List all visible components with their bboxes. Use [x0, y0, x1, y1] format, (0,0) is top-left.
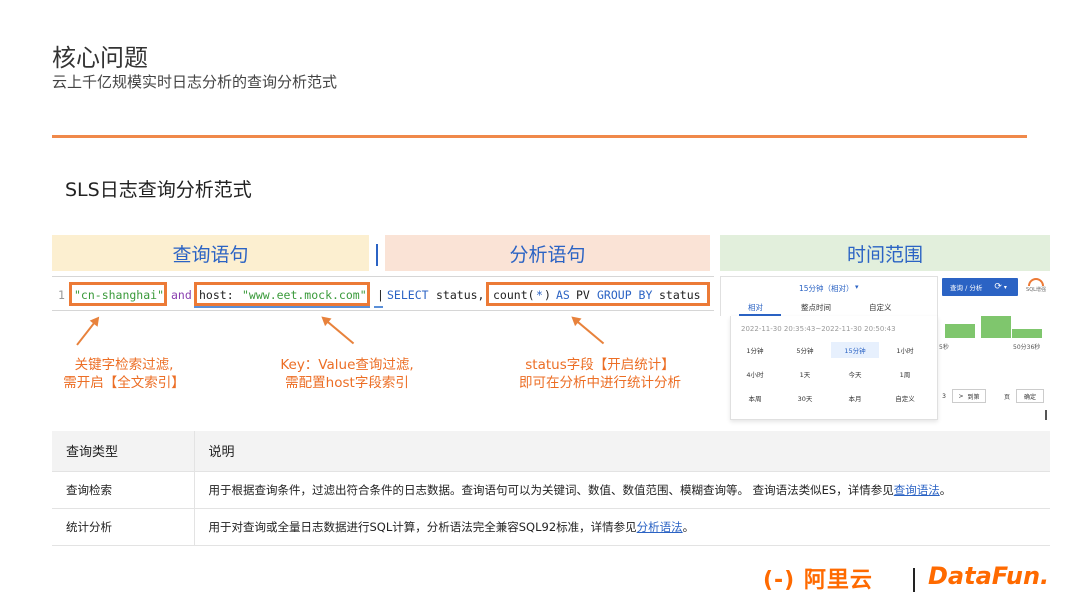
tab-whole-time[interactable]: 整点时间	[801, 302, 831, 313]
table-row: 查询检索 用于根据查询条件，过滤出符合条件的日志数据。查询语句可以为关键词、数值…	[52, 471, 1050, 509]
keyword-arrow	[76, 317, 99, 346]
table-header-type: 查询类型	[52, 431, 195, 472]
code-and: and	[171, 288, 192, 302]
time-option-15m[interactable]: 15分钟	[831, 342, 879, 358]
query-analyze-label: 查询 / 分析	[950, 284, 983, 292]
time-option-5m[interactable]: 5分钟	[781, 342, 829, 358]
chart-bar	[945, 324, 975, 338]
desc-suffix: 。	[682, 519, 695, 534]
band-divider	[376, 244, 378, 266]
chevron-down-icon: ▾	[855, 283, 859, 291]
code-keyword: "cn-shanghai"	[74, 288, 165, 302]
code-as: AS	[556, 288, 570, 302]
time-option-1m[interactable]: 1分钟	[731, 342, 779, 358]
gauge-icon	[1028, 278, 1044, 286]
desc-suffix: 。	[939, 482, 952, 497]
logo-separator	[913, 568, 915, 592]
table-header-desc: 说明	[194, 431, 1050, 472]
stat-annotation-line2: 即可在分析中进行统计分析	[519, 375, 681, 391]
header-divider	[52, 135, 1027, 138]
kv-annotation-line2: 需配置host字段索引	[285, 375, 409, 391]
query-type-table: 查询类型 说明 查询检索 用于根据查询条件，过滤出符合条件的日志数据。查询语句可…	[52, 431, 1050, 546]
table-row: 统计分析 用于对查询或全量日志数据进行SQL计算，分析语法完全兼容SQL92标准…	[52, 508, 1050, 546]
chart-axis-label-left: 5秒	[939, 344, 949, 351]
code-pv: PV	[576, 288, 590, 302]
table-cell-desc: 用于对查询或全量日志数据进行SQL计算，分析语法完全兼容SQL92标准，详情参见…	[194, 508, 1050, 546]
code-group-by: GROUP BY	[597, 288, 653, 302]
pipe-underline	[374, 306, 383, 308]
band-time-range: 时间范围	[720, 235, 1050, 271]
table-cell-desc: 用于根据查询条件，过滤出符合条件的日志数据。查询语句可以为关键词、数值、数值范围…	[194, 471, 1050, 509]
date-range-text: 2022-11-30 20:35:43~2022-11-30 20:50:43	[741, 325, 896, 333]
time-option-this-month[interactable]: 本月	[831, 390, 879, 406]
time-picker: 5秒 50分36秒 15分钟（相对） ▾ 相对 整点时间 自定义 查询 / 分析…	[720, 276, 1050, 422]
keyword-annotation-line2: 需开启【全文索引】	[63, 375, 185, 391]
time-option-30d[interactable]: 30天	[781, 390, 829, 406]
pager-next-button[interactable]: > 到第	[952, 389, 986, 403]
table-cell-type: 查询检索	[52, 471, 195, 509]
keyword-annotation-line1: 关键字检索过滤,	[74, 357, 174, 373]
stat-annotation: status字段【开启统计】 即可在分析中进行统计分析	[502, 356, 698, 392]
code-status: status,	[436, 288, 485, 302]
code-close-paren: )	[544, 288, 551, 302]
code-status-group: status	[659, 288, 701, 302]
table-cell-type: 统计分析	[52, 508, 195, 546]
pager-goto-label: 到第	[967, 393, 980, 401]
kv-arrow	[322, 317, 354, 345]
sql-enhance-toggle[interactable]: SQL增强	[1025, 278, 1047, 296]
code-kv-key: host:	[199, 288, 234, 302]
time-option-custom[interactable]: 自定义	[881, 390, 929, 406]
query-syntax-link[interactable]: 查询语法	[894, 483, 940, 497]
code-pipe: |	[377, 288, 384, 302]
chart-bar	[981, 316, 1011, 338]
keyword-annotation: 关键字检索过滤, 需开启【全文索引】	[48, 356, 200, 392]
query-editor[interactable]: 1 "cn-shanghai" and host: "www.eet.mock.…	[52, 276, 714, 311]
page-title: 核心问题	[52, 44, 148, 72]
aliyun-logo: (-) 阿里云	[763, 568, 873, 593]
query-analyze-button[interactable]: 查询 / 分析 ⟳ ▾	[942, 278, 1018, 296]
time-option-today[interactable]: 今天	[831, 366, 879, 382]
time-option-1d[interactable]: 1天	[781, 366, 829, 382]
desc-text: 用于对查询或全量日志数据进行SQL计算，分析语法完全兼容SQL92标准，详情参见	[208, 519, 637, 534]
time-range-dropdown[interactable]: 15分钟（相对）	[799, 283, 854, 294]
sql-enhance-label: SQL增强	[1026, 287, 1046, 293]
analysis-syntax-link[interactable]: 分析语法	[637, 520, 683, 534]
datafun-logo: DataFun.	[928, 562, 1050, 590]
time-picker-header: 15分钟（相对） ▾ 相对 整点时间 自定义	[720, 276, 938, 316]
tab-custom[interactable]: 自定义	[869, 302, 892, 313]
time-options-panel: 2022-11-30 20:35:43~2022-11-30 20:50:43 …	[730, 316, 938, 420]
refresh-icon[interactable]: ⟳	[994, 282, 1002, 292]
table-header-row: 查询类型 说明	[52, 431, 1050, 472]
code-star: *	[536, 288, 543, 302]
code-select: SELECT	[387, 288, 429, 302]
scrollbar-thumb[interactable]	[1045, 410, 1047, 420]
stat-annotation-line1: status字段【开启统计】	[525, 357, 675, 373]
line-number: 1	[58, 288, 65, 302]
pager-page-unit: 页	[1003, 393, 1010, 401]
code-count: count(	[493, 288, 535, 302]
stat-arrow	[572, 317, 604, 345]
pager-next-icon: >	[958, 392, 964, 400]
chart-bar	[1012, 329, 1042, 338]
code-kv-value: "www.eet.mock.com"	[242, 288, 367, 302]
pager-confirm-button[interactable]: 确定	[1016, 389, 1044, 403]
desc-text: 用于根据查询条件，过滤出符合条件的日志数据。查询语句可以为关键词、数值、数值范围…	[208, 482, 894, 497]
kv-annotation: Key：Value查询过滤, 需配置host字段索引	[258, 356, 436, 392]
section-title: SLS日志查询分析范式	[65, 179, 252, 201]
time-option-this-week[interactable]: 本周	[731, 390, 779, 406]
band-analysis-statement: 分析语句	[385, 235, 710, 271]
chevron-down-icon: ▾	[1003, 283, 1007, 291]
kv-underline	[194, 306, 370, 308]
band-query-statement: 查询语句	[52, 235, 369, 271]
chart-axis-label-right: 50分36秒	[1013, 344, 1041, 351]
page-subtitle: 云上千亿规模实时日志分析的查询分析范式	[52, 73, 338, 91]
kv-annotation-line1: Key：Value查询过滤,	[280, 357, 414, 373]
tab-relative[interactable]: 相对	[748, 302, 763, 313]
time-option-4h[interactable]: 4小时	[731, 366, 779, 382]
pager-page-fragment: 3	[942, 392, 946, 400]
time-option-1w[interactable]: 1周	[881, 366, 929, 382]
time-option-1h[interactable]: 1小时	[881, 342, 929, 358]
